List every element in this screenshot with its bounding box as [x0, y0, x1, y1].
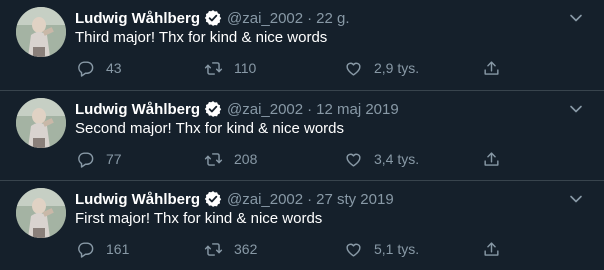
share-icon	[484, 151, 499, 166]
reply-button[interactable]: 43	[76, 57, 122, 79]
verified-badge-icon	[204, 190, 222, 208]
retweet-button[interactable]: 208	[204, 148, 257, 170]
like-button[interactable]: 5,1 tys.	[344, 238, 419, 260]
reply-button[interactable]: 161	[76, 238, 129, 260]
verified-badge-icon	[204, 9, 222, 27]
tweet-date[interactable]: 12 maj 2019	[316, 101, 399, 118]
reply-icon	[78, 151, 94, 168]
tweet-header: Ludwig Wåhlberg @zai_2002 · 22 g.	[75, 7, 350, 29]
verified-badge-icon	[204, 100, 222, 118]
retweet-icon	[204, 242, 223, 256]
like-button[interactable]: 3,4 tys.	[344, 148, 419, 170]
author-handle[interactable]: @zai_2002	[227, 191, 303, 208]
reply-icon	[78, 241, 94, 258]
like-count: 5,1 tys.	[374, 241, 420, 257]
tweet-header: Ludwig Wåhlberg @zai_2002 · 12 maj 2019	[75, 98, 399, 120]
author-name[interactable]: Ludwig Wåhlberg	[75, 101, 200, 118]
tweet-actions: 161 362 5,1 tys.	[72, 238, 512, 260]
tweet-text: Second major! Thx for kind & nice words	[75, 120, 345, 137]
reply-button[interactable]: 77	[76, 148, 122, 170]
like-button[interactable]: 2,9 tys.	[344, 57, 419, 79]
like-icon	[346, 153, 361, 167]
tweet[interactable]: Ludwig Wåhlberg @zai_2002 · 22 g. Third …	[0, 0, 604, 90]
author-name[interactable]: Ludwig Wåhlberg	[75, 191, 200, 208]
tweet-feed: Ludwig Wåhlberg @zai_2002 · 22 g. Third …	[0, 0, 604, 270]
reply-count: 43	[106, 60, 122, 76]
tweet-header: Ludwig Wåhlberg @zai_2002 · 27 sty 2019	[75, 188, 394, 210]
retweet-button[interactable]: 110	[204, 57, 256, 79]
retweet-button[interactable]: 362	[204, 238, 257, 260]
header-separator: ·	[307, 9, 313, 27]
author-handle[interactable]: @zai_2002	[227, 101, 303, 118]
tweet[interactable]: Ludwig Wåhlberg @zai_2002 · 12 maj 2019 …	[0, 90, 604, 180]
reply-count: 161	[106, 241, 130, 257]
tweet-actions: 77 208 3,4 tys.	[72, 148, 512, 170]
tweet-text: First major! Thx for kind & nice words	[75, 210, 323, 227]
author-name[interactable]: Ludwig Wåhlberg	[75, 10, 200, 27]
author-handle[interactable]: @zai_2002	[227, 10, 303, 27]
share-button[interactable]	[482, 238, 501, 260]
like-icon	[346, 62, 361, 76]
retweet-count: 110	[234, 60, 257, 76]
share-icon	[484, 241, 499, 256]
tweet-date[interactable]: 27 sty 2019	[316, 191, 394, 208]
chevron-down-icon[interactable]	[568, 10, 584, 26]
tweet-actions: 43 110 2,9 tys.	[72, 57, 512, 79]
share-icon	[484, 60, 499, 75]
avatar[interactable]	[16, 7, 66, 57]
retweet-icon	[204, 61, 223, 75]
tweet[interactable]: Ludwig Wåhlberg @zai_2002 · 27 sty 2019 …	[0, 180, 604, 270]
retweet-count: 362	[234, 241, 258, 257]
reply-count: 77	[106, 151, 122, 167]
chevron-down-icon[interactable]	[568, 191, 584, 207]
reply-icon	[78, 60, 94, 77]
header-separator: ·	[307, 190, 313, 208]
avatar[interactable]	[16, 98, 66, 148]
retweet-icon	[204, 152, 223, 166]
chevron-down-icon[interactable]	[568, 101, 584, 117]
share-button[interactable]	[482, 57, 501, 79]
header-separator: ·	[307, 100, 313, 118]
share-button[interactable]	[482, 148, 501, 170]
like-icon	[346, 243, 361, 257]
like-count: 3,4 tys.	[374, 151, 420, 167]
tweet-date[interactable]: 22 g.	[316, 10, 349, 27]
like-count: 2,9 tys.	[374, 60, 420, 76]
tweet-text: Third major! Thx for kind & nice words	[75, 29, 328, 46]
retweet-count: 208	[234, 151, 258, 167]
avatar[interactable]	[16, 188, 66, 238]
